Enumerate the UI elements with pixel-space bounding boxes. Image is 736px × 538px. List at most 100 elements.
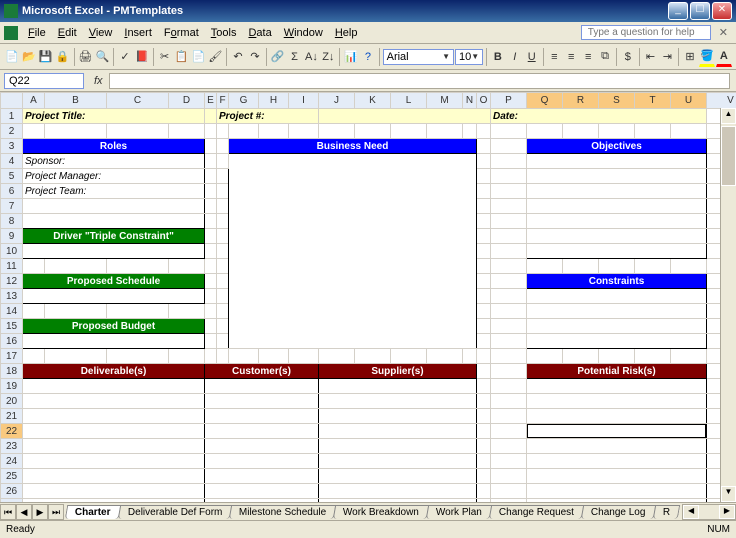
cell[interactable] — [319, 469, 477, 484]
cell[interactable] — [107, 124, 169, 139]
cell[interactable]: Deliverable(s) — [23, 364, 205, 379]
cell[interactable] — [491, 139, 527, 154]
cell[interactable] — [217, 214, 229, 229]
cell[interactable] — [491, 424, 527, 439]
cell[interactable] — [319, 424, 477, 439]
row-header-3[interactable]: 3 — [1, 139, 23, 154]
cell[interactable] — [23, 439, 205, 454]
cell[interactable] — [527, 289, 707, 304]
row-header-22[interactable]: 22 — [1, 424, 23, 439]
row-header-9[interactable]: 9 — [1, 229, 23, 244]
cell[interactable] — [205, 199, 217, 214]
col-header-O[interactable]: O — [477, 93, 491, 109]
cell[interactable] — [205, 349, 217, 364]
align-right-button[interactable]: ≡ — [580, 47, 596, 67]
cell[interactable] — [477, 274, 491, 289]
cell[interactable] — [23, 469, 205, 484]
cell[interactable] — [477, 199, 491, 214]
cell[interactable] — [491, 319, 527, 334]
cell[interactable]: Project Team: — [23, 184, 205, 199]
cell[interactable] — [23, 289, 205, 304]
sheet-tab-charter[interactable]: Charter — [65, 505, 121, 519]
cell[interactable] — [527, 379, 707, 394]
row-header-25[interactable]: 25 — [1, 469, 23, 484]
cell[interactable] — [477, 394, 491, 409]
cell[interactable] — [205, 424, 319, 439]
cell[interactable] — [491, 409, 527, 424]
cell[interactable] — [527, 409, 707, 424]
cell[interactable] — [45, 124, 107, 139]
help-button[interactable]: ? — [360, 47, 376, 67]
cell[interactable] — [527, 394, 707, 409]
cell[interactable] — [169, 349, 205, 364]
col-header-A[interactable]: A — [23, 93, 45, 109]
row-header-19[interactable]: 19 — [1, 379, 23, 394]
row-header-10[interactable]: 10 — [1, 244, 23, 259]
cell[interactable] — [477, 454, 491, 469]
cell[interactable] — [527, 259, 563, 274]
row-header-5[interactable]: 5 — [1, 169, 23, 184]
cell[interactable] — [527, 214, 707, 229]
cell[interactable]: Project Manager: — [23, 169, 205, 184]
cell[interactable] — [205, 274, 217, 289]
format-painter-button[interactable]: 🖌 — [207, 47, 223, 67]
row-header-26[interactable]: 26 — [1, 484, 23, 499]
cell[interactable] — [477, 349, 491, 364]
col-header-K[interactable]: K — [355, 93, 391, 109]
cell[interactable] — [527, 349, 563, 364]
cell[interactable] — [491, 289, 527, 304]
cell[interactable] — [205, 379, 319, 394]
cell[interactable] — [477, 244, 491, 259]
cell[interactable]: Supplier(s) — [319, 364, 477, 379]
cell[interactable]: Business Need — [229, 139, 477, 154]
cell[interactable] — [491, 304, 527, 319]
row-header-7[interactable]: 7 — [1, 199, 23, 214]
cell[interactable] — [217, 169, 229, 184]
cell[interactable] — [217, 259, 229, 274]
cell[interactable] — [205, 304, 217, 319]
scroll-right-button[interactable]: ▶ — [719, 505, 735, 519]
sheet-tab-change-log[interactable]: Change Log — [581, 505, 656, 519]
maximize-button[interactable]: ☐ — [690, 2, 710, 20]
cell[interactable] — [259, 124, 289, 139]
cell[interactable] — [205, 154, 217, 169]
cell[interactable] — [23, 214, 205, 229]
cell[interactable] — [229, 154, 477, 349]
cell[interactable] — [635, 259, 671, 274]
cell[interactable] — [217, 154, 229, 169]
cell[interactable] — [205, 499, 319, 503]
merge-center-button[interactable]: ⧉ — [597, 47, 613, 67]
cell[interactable] — [23, 199, 205, 214]
cell[interactable] — [205, 244, 217, 259]
print-preview-button[interactable]: 🔍 — [94, 47, 110, 67]
scroll-down-button[interactable]: ▼ — [721, 486, 736, 502]
cell[interactable]: Driver "Triple Constraint" — [23, 229, 205, 244]
col-header-V[interactable]: V — [707, 93, 736, 109]
cell[interactable] — [599, 124, 635, 139]
cell[interactable] — [319, 439, 477, 454]
tab-first-button[interactable]: ⏮ — [0, 504, 16, 520]
cell[interactable] — [205, 469, 319, 484]
row-header-18[interactable]: 18 — [1, 364, 23, 379]
col-header-R[interactable]: R — [563, 93, 599, 109]
cell[interactable] — [491, 349, 527, 364]
cell[interactable] — [217, 124, 229, 139]
cell[interactable] — [477, 484, 491, 499]
cell[interactable] — [217, 229, 229, 244]
cell[interactable] — [527, 184, 707, 199]
cell[interactable] — [477, 214, 491, 229]
cell[interactable] — [491, 454, 527, 469]
cell[interactable] — [205, 394, 319, 409]
cell[interactable] — [229, 349, 259, 364]
font-color-button[interactable]: A — [716, 47, 732, 67]
cell[interactable] — [205, 124, 217, 139]
research-button[interactable]: 📕 — [134, 47, 150, 67]
row-header-8[interactable]: 8 — [1, 214, 23, 229]
sheet-tab-work-plan[interactable]: Work Plan — [426, 505, 492, 519]
cell[interactable] — [217, 349, 229, 364]
redo-button[interactable]: ↷ — [247, 47, 263, 67]
col-header-L[interactable]: L — [391, 93, 427, 109]
sheet-tab-r[interactable]: R — [653, 505, 681, 519]
row-header-14[interactable]: 14 — [1, 304, 23, 319]
cell[interactable] — [599, 349, 635, 364]
